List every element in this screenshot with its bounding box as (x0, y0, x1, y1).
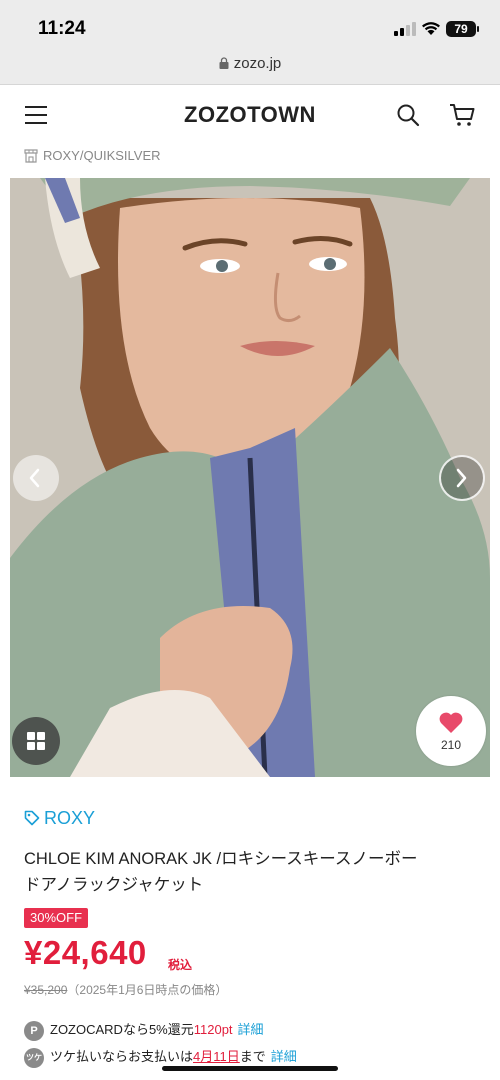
url-display[interactable]: zozo.jp (219, 55, 282, 72)
image-prev-button[interactable] (13, 455, 59, 501)
grid-icon (27, 732, 35, 740)
tax-label: 税込 (168, 958, 193, 972)
payment-date: 4月11日 (193, 1049, 240, 1064)
site-logo[interactable]: ZOZOTOWN (0, 102, 500, 128)
product-price: ¥24,640 (24, 934, 147, 971)
point-icon: P (24, 1020, 44, 1041)
lock-icon (219, 57, 229, 69)
payment-detail-link[interactable]: 詳細 (271, 1049, 297, 1064)
zozocard-point-row: P ZOZOCARDなら5%還元1120pt 詳細 (24, 1020, 264, 1042)
image-next-button[interactable] (439, 455, 485, 501)
search-icon[interactable] (396, 103, 420, 127)
product-brand-link[interactable]: ROXY (24, 808, 95, 829)
product-photo (10, 178, 490, 777)
heart-icon (439, 712, 463, 733)
product-image[interactable] (10, 178, 490, 777)
shop-icon (24, 149, 38, 163)
cart-icon[interactable] (449, 103, 475, 127)
payment-text: ツケ払いならお支払いは (50, 1049, 194, 1064)
chevron-right-icon (456, 468, 467, 488)
image-grid-button[interactable] (12, 717, 60, 765)
tsuke-icon: ツケ (24, 1047, 44, 1068)
original-price-row: ¥35,200（2025年1月6日時点の価格） (24, 981, 227, 998)
point-detail-link[interactable]: 詳細 (238, 1022, 264, 1037)
status-time: 11:24 (38, 18, 86, 39)
shop-name[interactable]: ROXY/QUIKSILVER (43, 148, 161, 163)
battery-icon: 79 (446, 21, 479, 37)
discount-badge: 30%OFF (24, 908, 89, 928)
favorite-button[interactable]: 210 (416, 696, 486, 766)
product-title-line1: CHLOE KIM ANORAK JK /ロキシースキースノーボー (24, 850, 418, 868)
chevron-left-icon (29, 468, 40, 488)
cellular-signal-icon (394, 22, 416, 36)
home-indicator[interactable] (162, 1066, 338, 1071)
original-price-note: （2025年1月6日時点の価格） (67, 983, 228, 997)
status-bar: 11:24 79 (0, 0, 500, 50)
favorite-count: 210 (440, 738, 462, 752)
browser-url-bar[interactable]: zozo.jp (0, 50, 500, 85)
site-header: ZOZOTOWN (0, 86, 500, 144)
product-title: CHLOE KIM ANORAK JK /ロキシースキースノーボー ドアノラック… (24, 846, 484, 898)
shop-breadcrumb[interactable]: ROXY/QUIKSILVER (0, 144, 500, 178)
point-value: 1120pt (193, 1022, 233, 1037)
point-text: ZOZOCARDなら5%還元 (50, 1022, 194, 1037)
product-title-line2: ドアノラックジャケット (24, 876, 204, 894)
original-price: ¥35,200 (24, 983, 68, 997)
tag-icon (24, 810, 40, 826)
brand-name[interactable]: ROXY (44, 808, 95, 828)
payment-text-after: まで (239, 1049, 266, 1064)
url-text: zozo.jp (233, 55, 282, 72)
wifi-icon (422, 22, 440, 35)
